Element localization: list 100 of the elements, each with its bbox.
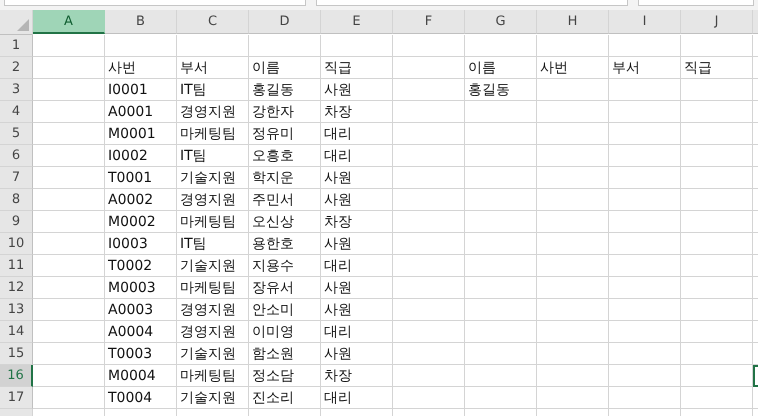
table-cell[interactable] — [681, 79, 753, 101]
table-cell[interactable]: 사번 — [105, 57, 177, 79]
table-cell[interactable] — [465, 35, 537, 57]
table-cell[interactable] — [33, 343, 105, 365]
table-cell[interactable] — [609, 101, 681, 123]
table-cell[interactable]: 경영지원 — [177, 321, 249, 343]
table-cell[interactable]: 용한호 — [249, 233, 321, 255]
row-header[interactable]: 17 — [0, 387, 33, 409]
table-cell[interactable] — [393, 365, 465, 387]
table-cell[interactable] — [537, 277, 609, 299]
table-cell[interactable]: 경영지원 — [177, 299, 249, 321]
table-cell[interactable]: 안소미 — [249, 299, 321, 321]
table-cell[interactable] — [393, 299, 465, 321]
table-cell[interactable]: 대리 — [321, 255, 393, 277]
table-cell[interactable] — [609, 255, 681, 277]
column-header[interactable]: B — [105, 10, 177, 34]
table-cell[interactable] — [681, 189, 753, 211]
table-cell[interactable] — [465, 101, 537, 123]
table-cell[interactable] — [33, 321, 105, 343]
table-cell[interactable] — [681, 233, 753, 255]
row-header[interactable]: 16 — [0, 365, 33, 387]
table-cell[interactable]: I0003 — [105, 233, 177, 255]
row-header[interactable]: 2 — [0, 57, 33, 79]
table-cell[interactable] — [33, 365, 105, 387]
table-cell[interactable] — [33, 233, 105, 255]
table-cell[interactable] — [609, 35, 681, 57]
table-cell[interactable] — [537, 79, 609, 101]
table-cell[interactable]: 기술지원 — [177, 167, 249, 189]
row-header[interactable]: 15 — [0, 343, 33, 365]
table-cell[interactable] — [609, 233, 681, 255]
table-cell[interactable]: 마케팅팀 — [177, 365, 249, 387]
table-cell[interactable] — [33, 123, 105, 145]
table-cell[interactable] — [393, 343, 465, 365]
table-cell[interactable] — [609, 123, 681, 145]
table-cell[interactable] — [537, 365, 609, 387]
table-cell[interactable] — [609, 321, 681, 343]
table-cell[interactable]: 이름 — [465, 57, 537, 79]
table-cell[interactable] — [537, 299, 609, 321]
column-header[interactable]: I — [609, 10, 681, 34]
table-cell[interactable] — [393, 145, 465, 167]
table-cell[interactable] — [609, 299, 681, 321]
table-cell[interactable]: T0001 — [105, 167, 177, 189]
table-cell[interactable] — [465, 123, 537, 145]
table-cell[interactable] — [393, 79, 465, 101]
table-cell[interactable]: A0001 — [105, 101, 177, 123]
table-cell[interactable] — [681, 101, 753, 123]
table-cell[interactable] — [609, 167, 681, 189]
table-cell[interactable] — [393, 277, 465, 299]
row-header[interactable]: 4 — [0, 101, 33, 123]
table-cell[interactable] — [321, 35, 393, 57]
table-cell[interactable]: 마케팅팀 — [177, 123, 249, 145]
table-cell[interactable]: M0003 — [105, 277, 177, 299]
table-cell[interactable] — [537, 233, 609, 255]
table-cell[interactable] — [465, 299, 537, 321]
row-header[interactable]: 6 — [0, 145, 33, 167]
table-cell[interactable] — [33, 255, 105, 277]
table-cell[interactable] — [33, 79, 105, 101]
table-cell[interactable] — [681, 211, 753, 233]
row-header[interactable]: 7 — [0, 167, 33, 189]
table-cell[interactable] — [393, 35, 465, 57]
table-cell[interactable] — [681, 343, 753, 365]
table-cell[interactable] — [393, 321, 465, 343]
table-cell[interactable]: 이름 — [249, 57, 321, 79]
table-cell[interactable]: IT팀 — [177, 145, 249, 167]
table-cell[interactable]: M0001 — [105, 123, 177, 145]
table-cell[interactable] — [681, 365, 753, 387]
column-header[interactable]: C — [177, 10, 249, 34]
column-header[interactable]: F — [393, 10, 465, 34]
table-cell[interactable] — [537, 101, 609, 123]
table-cell[interactable] — [609, 211, 681, 233]
table-cell[interactable]: 홍길동 — [249, 79, 321, 101]
table-cell[interactable]: 사원 — [321, 277, 393, 299]
table-cell[interactable] — [393, 167, 465, 189]
table-cell[interactable]: T0002 — [105, 255, 177, 277]
table-cell[interactable] — [609, 277, 681, 299]
column-header[interactable]: J — [681, 10, 753, 34]
table-cell[interactable] — [681, 35, 753, 57]
row-header[interactable]: 8 — [0, 189, 33, 211]
column-header[interactable]: A — [33, 10, 105, 34]
table-cell[interactable]: 주민서 — [249, 189, 321, 211]
table-cell[interactable] — [681, 123, 753, 145]
row-header[interactable]: 3 — [0, 79, 33, 101]
table-cell[interactable] — [393, 189, 465, 211]
row-header[interactable]: 5 — [0, 123, 33, 145]
table-cell[interactable]: 부서 — [609, 57, 681, 79]
table-cell[interactable]: I0002 — [105, 145, 177, 167]
table-cell[interactable] — [465, 211, 537, 233]
table-cell[interactable] — [609, 79, 681, 101]
table-cell[interactable]: 차장 — [321, 365, 393, 387]
table-cell[interactable] — [537, 123, 609, 145]
table-cell[interactable]: 사원 — [321, 79, 393, 101]
row-header[interactable]: 1 — [0, 35, 33, 57]
table-cell[interactable] — [465, 321, 537, 343]
table-cell[interactable] — [465, 233, 537, 255]
table-cell[interactable] — [537, 343, 609, 365]
table-cell[interactable] — [537, 211, 609, 233]
table-cell[interactable]: 사원 — [321, 189, 393, 211]
table-cell[interactable] — [33, 57, 105, 79]
table-cell[interactable]: 함소원 — [249, 343, 321, 365]
table-cell[interactable] — [681, 299, 753, 321]
